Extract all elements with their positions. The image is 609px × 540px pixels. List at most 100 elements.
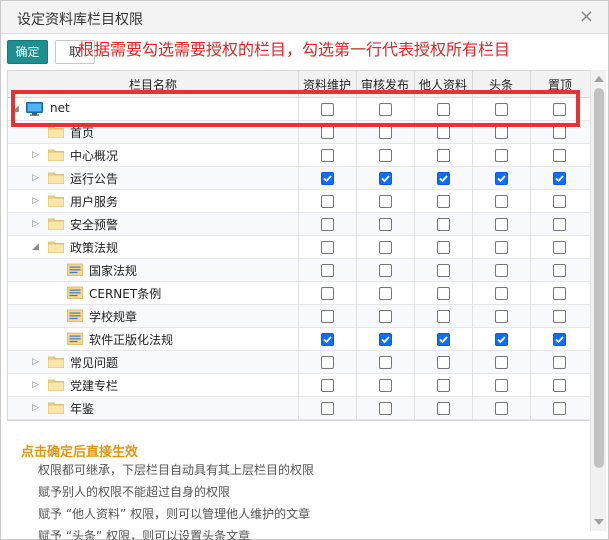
- permission-checkbox[interactable]: [553, 287, 566, 300]
- permission-checkbox[interactable]: [437, 264, 450, 277]
- permission-checkbox[interactable]: [495, 402, 508, 415]
- permission-checkbox[interactable]: [437, 379, 450, 392]
- node-label[interactable]: 政策法规: [70, 239, 118, 256]
- permission-checkbox[interactable]: [553, 218, 566, 231]
- permission-checkbox[interactable]: [379, 241, 392, 254]
- permission-checkbox[interactable]: [379, 333, 392, 346]
- node-label[interactable]: 年鉴: [70, 400, 94, 417]
- vertical-scrollbar[interactable]: [590, 70, 606, 531]
- permission-checkbox[interactable]: [495, 310, 508, 323]
- expand-arrow-icon[interactable]: ▷: [32, 149, 42, 161]
- permission-checkbox[interactable]: [553, 356, 566, 369]
- tree-row[interactable]: ▷ 安全预警: [8, 213, 590, 236]
- permission-checkbox[interactable]: [379, 379, 392, 392]
- tree-row[interactable]: ▷ 年鉴: [8, 397, 590, 420]
- permission-checkbox[interactable]: [437, 333, 450, 346]
- scroll-up-arrow-icon[interactable]: [594, 76, 604, 82]
- permission-checkbox[interactable]: [553, 126, 566, 139]
- tree-row[interactable]: ◢ 政策法规: [8, 236, 590, 259]
- permission-checkbox[interactable]: [379, 287, 392, 300]
- permission-checkbox[interactable]: [437, 126, 450, 139]
- permission-checkbox[interactable]: [495, 333, 508, 346]
- permission-checkbox[interactable]: [553, 333, 566, 346]
- permission-checkbox[interactable]: [437, 195, 450, 208]
- permission-checkbox[interactable]: [437, 172, 450, 185]
- permission-checkbox[interactable]: [553, 241, 566, 254]
- scroll-down-arrow-icon[interactable]: [594, 519, 604, 525]
- permission-checkbox[interactable]: [321, 218, 334, 231]
- permission-checkbox[interactable]: [321, 310, 334, 323]
- tree-row[interactable]: ▷ 党建专栏: [8, 374, 590, 397]
- node-label[interactable]: 中心概况: [70, 147, 118, 164]
- permission-checkbox[interactable]: [437, 218, 450, 231]
- expand-arrow-icon[interactable]: ▷: [32, 402, 42, 414]
- tree-row[interactable]: 国家法规: [8, 259, 590, 282]
- permission-checkbox[interactable]: [437, 287, 450, 300]
- permission-checkbox[interactable]: [321, 172, 334, 185]
- expand-arrow-icon[interactable]: ▷: [32, 379, 42, 391]
- expand-arrow-icon[interactable]: ▷: [32, 218, 42, 230]
- expand-arrow-icon[interactable]: ▷: [32, 172, 42, 184]
- node-label[interactable]: 常见问题: [70, 354, 118, 371]
- permission-checkbox[interactable]: [321, 287, 334, 300]
- permission-checkbox[interactable]: [553, 103, 566, 116]
- permission-checkbox[interactable]: [495, 149, 508, 162]
- permission-checkbox[interactable]: [495, 379, 508, 392]
- permission-checkbox[interactable]: [321, 195, 334, 208]
- tree-row[interactable]: ▷ 中心概况: [8, 144, 590, 167]
- permission-checkbox[interactable]: [379, 195, 392, 208]
- permission-checkbox[interactable]: [321, 333, 334, 346]
- permission-checkbox[interactable]: [495, 103, 508, 116]
- node-label[interactable]: 用户服务: [70, 193, 118, 210]
- permission-checkbox[interactable]: [495, 241, 508, 254]
- permission-checkbox[interactable]: [379, 103, 392, 116]
- permission-checkbox[interactable]: [379, 356, 392, 369]
- tree-row[interactable]: 软件正版化法规: [8, 328, 590, 351]
- permission-checkbox[interactable]: [553, 149, 566, 162]
- tree-row[interactable]: 首页: [8, 121, 590, 144]
- permission-checkbox[interactable]: [379, 126, 392, 139]
- permission-checkbox[interactable]: [437, 241, 450, 254]
- node-label[interactable]: 首页: [70, 124, 94, 141]
- permission-checkbox[interactable]: [553, 379, 566, 392]
- permission-checkbox[interactable]: [553, 172, 566, 185]
- permission-checkbox[interactable]: [321, 402, 334, 415]
- collapse-arrow-icon[interactable]: ◢: [32, 241, 42, 253]
- permission-checkbox[interactable]: [379, 402, 392, 415]
- permission-checkbox[interactable]: [321, 103, 334, 116]
- permission-checkbox[interactable]: [553, 264, 566, 277]
- permission-checkbox[interactable]: [321, 356, 334, 369]
- permission-checkbox[interactable]: [437, 402, 450, 415]
- scrollbar-thumb[interactable]: [594, 88, 604, 468]
- expand-arrow-icon[interactable]: ▷: [32, 356, 42, 368]
- permission-checkbox[interactable]: [379, 310, 392, 323]
- permission-checkbox[interactable]: [321, 264, 334, 277]
- permission-checkbox[interactable]: [379, 264, 392, 277]
- tree-row[interactable]: ▷ 常见问题: [8, 351, 590, 374]
- tree-row[interactable]: ▷ 运行公告: [8, 167, 590, 190]
- node-label[interactable]: 运行公告: [70, 170, 118, 187]
- node-label[interactable]: 软件正版化法规: [89, 331, 173, 348]
- node-label[interactable]: net: [50, 101, 70, 115]
- permission-checkbox[interactable]: [379, 172, 392, 185]
- permission-checkbox[interactable]: [553, 310, 566, 323]
- tree-row[interactable]: CERNET条例: [8, 282, 590, 305]
- permission-checkbox[interactable]: [321, 126, 334, 139]
- permission-checkbox[interactable]: [495, 287, 508, 300]
- permission-checkbox[interactable]: [437, 356, 450, 369]
- tree-row[interactable]: ▷ 用户服务: [8, 190, 590, 213]
- expand-arrow-icon[interactable]: ▷: [32, 195, 42, 207]
- permission-checkbox[interactable]: [495, 195, 508, 208]
- node-label[interactable]: 学校规章: [89, 308, 137, 325]
- tree-row[interactable]: 学校规章: [8, 305, 590, 328]
- node-label[interactable]: 安全预警: [70, 216, 118, 233]
- permission-checkbox[interactable]: [321, 379, 334, 392]
- node-label[interactable]: 国家法规: [89, 262, 137, 279]
- permission-checkbox[interactable]: [321, 241, 334, 254]
- permission-checkbox[interactable]: [495, 356, 508, 369]
- permission-checkbox[interactable]: [495, 218, 508, 231]
- confirm-button[interactable]: 确定: [7, 40, 48, 64]
- permission-checkbox[interactable]: [553, 402, 566, 415]
- permission-checkbox[interactable]: [495, 126, 508, 139]
- tree-row[interactable]: ◢ net: [8, 98, 590, 121]
